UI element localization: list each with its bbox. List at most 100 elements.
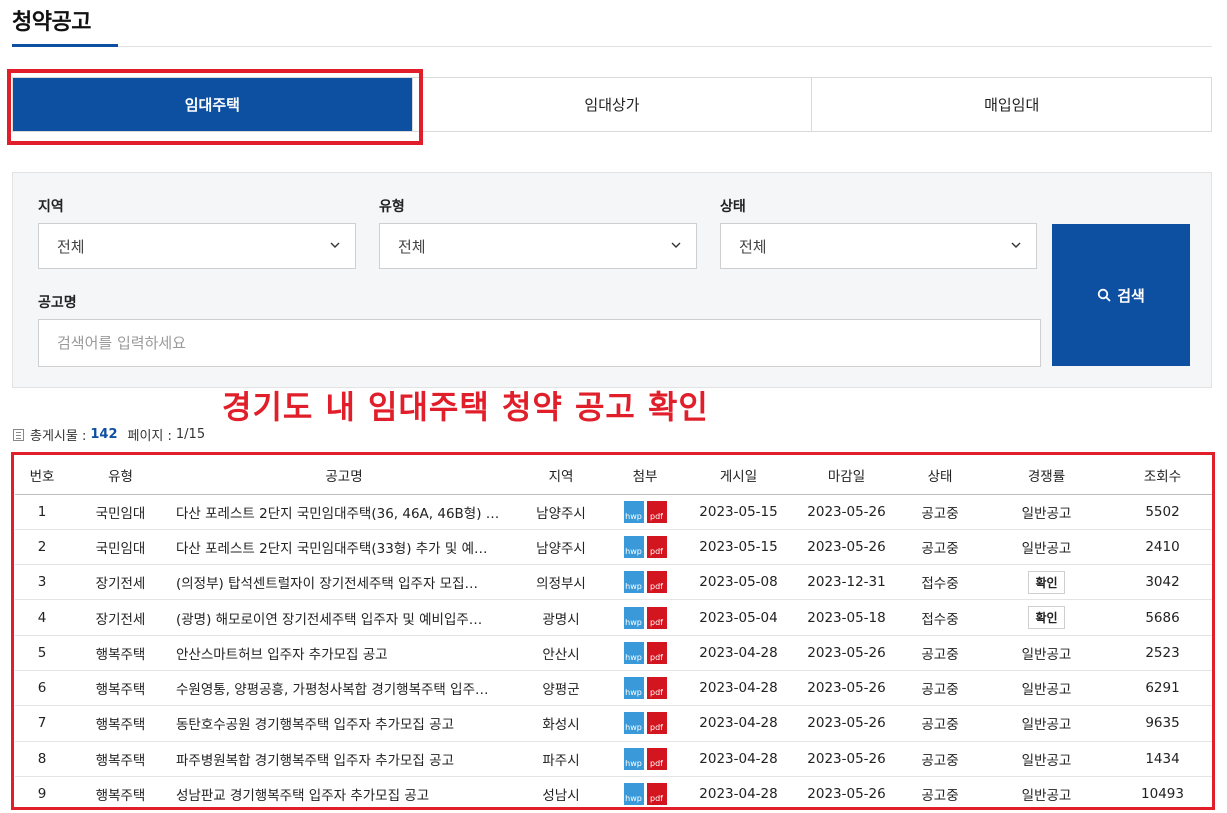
tab-rental-housing[interactable]: 임대주택 [13,78,412,131]
tab-rental-shop[interactable]: 임대상가 [411,78,812,131]
hwp-file-icon[interactable]: hwp [623,783,644,806]
pdf-file-icon[interactable]: pdf [646,500,667,523]
row-title-link[interactable]: 다산 포레스트 2단지 국민임대주택(33형) 추가 및 예… [172,529,516,566]
row-title-link[interactable]: 파주병원복합 경기행복주택 입주자 추가모집 공고 [172,741,516,777]
row-attachments: hwp pdf [606,670,684,707]
pdf-file-icon[interactable]: pdf [646,535,667,558]
row-title-link[interactable]: (의정부) 탑석센트럴자이 장기전세주택 입주자 모집… [172,564,516,601]
chevron-down-icon [330,242,340,248]
table-header-col-posted: 게시일 [684,457,793,495]
row-deadline-date: 2023-12-31 [793,564,900,601]
page-title: 청약공고 [12,10,91,35]
pdf-file-icon[interactable]: pdf [646,606,667,629]
status-label: 상태 [720,199,746,215]
row-status: 공고중 [900,635,980,671]
row-type: 국민임대 [69,529,172,566]
row-number: 8 [15,741,69,777]
pdf-file-icon[interactable]: pdf [646,677,667,700]
hwp-file-icon[interactable]: hwp [623,500,644,523]
chevron-down-icon [671,242,681,248]
confirm-rate-button[interactable]: 확인 [1028,606,1065,630]
row-deadline-date: 2023-05-26 [793,741,900,777]
confirm-rate-button[interactable]: 확인 [1028,570,1065,594]
row-status: 공고중 [900,776,980,807]
type-select-value: 전체 [398,237,426,256]
row-region: 광명시 [516,599,606,636]
hwp-file-icon[interactable]: hwp [623,747,644,770]
row-deadline-date: 2023-05-26 [793,670,900,707]
row-competition-rate: 일반공고 [980,776,1113,807]
row-title-link[interactable]: 동탄호수공원 경기행복주택 입주자 추가모집 공고 [172,705,516,742]
table-row[interactable]: 8 행복주택 파주병원복합 경기행복주택 입주자 추가모집 공고 파주시 hwp pdf 2… [15,741,1212,777]
tab-purchase-rental[interactable]: 매입임대 [811,78,1212,131]
row-number: 4 [15,599,69,636]
table-row[interactable]: 6 행복주택 수원영통, 양평공흥, 가평청사복합 경기행복주택 입주… 양평군 hwp… [15,670,1212,707]
hwp-file-icon[interactable]: hwp [623,571,644,594]
table-header-col-title: 공고명 [172,457,516,495]
row-type: 행복주택 [69,705,172,742]
row-competition-rate: 확인 [980,599,1113,636]
row-attachments: hwp pdf [606,599,684,636]
row-posted-date: 2023-04-28 [684,705,793,742]
row-type: 장기전세 [69,564,172,601]
status-select[interactable]: 전체 [720,223,1037,269]
row-region: 남양주시 [516,494,606,530]
hwp-file-icon[interactable]: hwp [623,712,644,735]
row-number: 7 [15,705,69,742]
list-summary: 총게시물 : 142 페이지 : 1/15 [13,425,205,444]
row-competition-rate: 확인 [980,564,1113,601]
pdf-file-icon[interactable]: pdf [646,641,667,664]
row-region: 파주시 [516,741,606,777]
title-search-input[interactable] [38,319,1041,367]
type-select[interactable]: 전체 [379,223,697,269]
hwp-file-icon[interactable]: hwp [623,677,644,700]
title-search-label: 공고명 [38,295,77,311]
table-row[interactable]: 4 장기전세 (광명) 해모로이연 장기전세주택 입주자 및 예비입주… 광명시 hwp… [15,599,1212,636]
row-type: 장기전세 [69,599,172,636]
row-title-link[interactable]: (광명) 해모로이연 장기전세주택 입주자 및 예비입주… [172,599,516,636]
row-title-link[interactable]: 성남판교 경기행복주택 입주자 추가모집 공고 [172,776,516,807]
pdf-file-icon[interactable]: pdf [646,747,667,770]
row-attachments: hwp pdf [606,564,684,601]
table-row[interactable]: 5 행복주택 안산스마트허브 입주자 추가모집 공고 안산시 hwp pdf 2023-04… [15,635,1212,671]
type-label: 유형 [379,199,405,215]
row-views: 5502 [1113,494,1212,530]
row-type: 행복주택 [69,776,172,807]
annotation-caption: 경기도 내 임대주택 청약 공고 확인 [222,388,709,426]
table-header-row: 번호 유형 공고명 지역 첨부 게시일 마감일 상태 경쟁률 조회수 [15,457,1212,495]
table-header-col-rate: 경쟁률 [980,457,1113,495]
table-row[interactable]: 9 행복주택 성남판교 경기행복주택 입주자 추가모집 공고 성남시 hwp pdf 202… [15,776,1212,807]
table-header-col-deadline: 마감일 [793,457,900,495]
pdf-file-icon[interactable]: pdf [646,783,667,806]
hwp-file-icon[interactable]: hwp [623,535,644,558]
pdf-file-icon[interactable]: pdf [646,712,667,735]
row-posted-date: 2023-04-28 [684,741,793,777]
hwp-file-icon[interactable]: hwp [623,606,644,629]
table-row[interactable]: 7 행복주택 동탄호수공원 경기행복주택 입주자 추가모집 공고 화성시 hwp pdf 2… [15,705,1212,742]
table-row[interactable]: 2 국민임대 다산 포레스트 2단지 국민임대주택(33형) 추가 및 예… 남양주시… [15,529,1212,566]
row-attachments: hwp pdf [606,705,684,742]
row-posted-date: 2023-05-04 [684,599,793,636]
row-status: 공고중 [900,670,980,707]
table-row[interactable]: 3 장기전세 (의정부) 탑석센트럴자이 장기전세주택 입주자 모집… 의정부시 hwp… [15,564,1212,601]
row-status: 공고중 [900,529,980,566]
row-title-link[interactable]: 수원영통, 양평공흥, 가평청사복합 경기행복주택 입주… [172,670,516,707]
pdf-file-icon[interactable]: pdf [646,571,667,594]
search-icon [1097,288,1111,302]
row-views: 6291 [1113,670,1212,707]
search-button[interactable]: 검색 [1052,224,1190,366]
region-select[interactable]: 전체 [38,223,356,269]
table-body: 1 국민임대 다산 포레스트 2단지 국민임대주택(36, 46A, 46B형) …… [15,494,1212,807]
row-views: 2523 [1113,635,1212,671]
row-title-link[interactable]: 다산 포레스트 2단지 국민임대주택(36, 46A, 46B형) … [172,494,516,530]
row-title-link[interactable]: 안산스마트허브 입주자 추가모집 공고 [172,635,516,671]
row-posted-date: 2023-04-28 [684,635,793,671]
row-views: 3042 [1113,564,1212,601]
hwp-file-icon[interactable]: hwp [623,641,644,664]
row-status: 접수중 [900,564,980,601]
table-row[interactable]: 1 국민임대 다산 포레스트 2단지 국민임대주택(36, 46A, 46B형) …… [15,494,1212,530]
row-attachments: hwp pdf [606,635,684,671]
row-competition-rate: 일반공고 [980,670,1113,707]
row-attachments: hwp pdf [606,494,684,530]
row-views: 5686 [1113,599,1212,636]
